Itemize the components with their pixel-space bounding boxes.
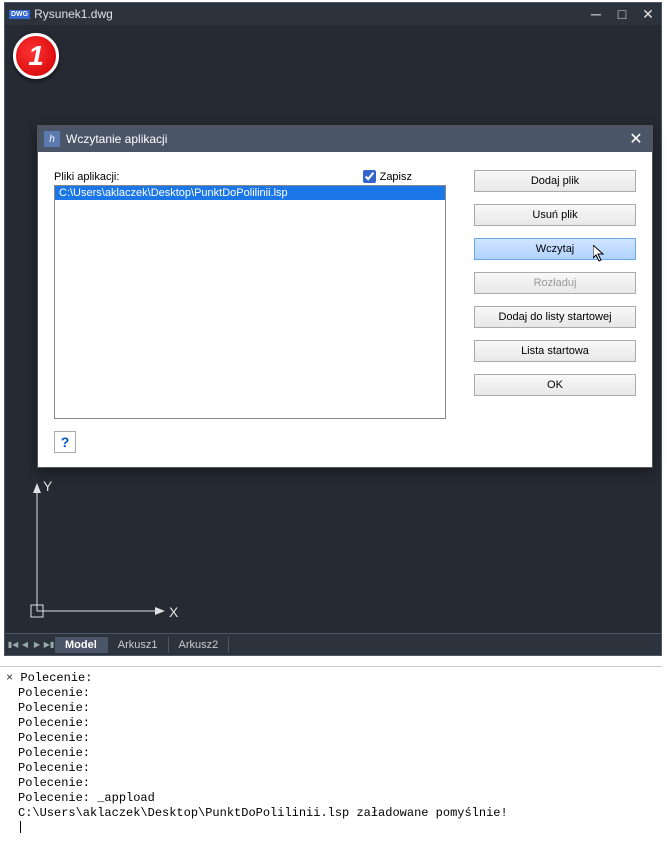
file-panel: Pliki aplikacji: Zapisz C:\Users\aklacze… [54,170,462,419]
ok-button[interactable]: OK [474,374,636,396]
tab-nav-first[interactable]: ▮◀ [7,638,19,652]
files-label: Pliki aplikacji: [54,171,119,183]
app-titlebar[interactable]: DWG Rysunek1.dwg ─ □ ✕ [5,3,661,25]
dialog-icon: h [44,131,60,147]
remove-file-button[interactable]: Usuń plik [474,204,636,226]
save-checkbox-wrap[interactable]: Zapisz [363,170,412,183]
save-checkbox-label: Zapisz [380,171,412,183]
svg-text:Y: Y [43,479,53,494]
load-applications-dialog: h Wczytanie aplikacji ✕ Pliki aplikacji:… [37,125,653,468]
tab-nav-next[interactable]: ▶ [31,638,43,652]
drawing-area[interactable]: 1 Y X h Wczytanie aplikacji ✕ Plik [5,25,661,635]
tab-nav-arrows: ▮◀ ◀ ▶ ▶▮ [7,638,55,652]
console-line: Polecenie: [6,716,656,731]
step-badge: 1 [13,33,59,79]
close-button[interactable]: ✕ [639,6,657,22]
layout-tab-1[interactable]: Arkusz1 [108,637,169,653]
unload-button: Rozładuj [474,272,636,294]
console-line: C:\Users\aklaczek\Desktop\PunktDoPolilin… [6,806,656,821]
startup-list-button[interactable]: Lista startowa [474,340,636,362]
ucs-axis-icon: Y X [25,479,185,639]
window-buttons: ─ □ ✕ [587,6,657,22]
dialog-titlebar[interactable]: h Wczytanie aplikacji ✕ [38,126,652,152]
main-window: DWG Rysunek1.dwg ─ □ ✕ 1 Y X h Wczytanie… [4,2,662,656]
step-number: 1 [28,40,44,72]
command-console[interactable]: Polecenie: Polecenie: Polecenie: Polecen… [0,666,662,842]
save-checkbox[interactable] [363,170,376,183]
console-line: Polecenie: [6,731,656,746]
console-line: Polecenie: [6,671,656,686]
file-item[interactable]: C:\Users\aklaczek\Desktop\PunktDoPolilin… [55,186,445,200]
dialog-body: Pliki aplikacji: Zapisz C:\Users\aklacze… [38,152,652,467]
load-button[interactable]: Wczytaj [474,238,636,260]
minimize-button[interactable]: ─ [587,6,605,22]
maximize-button[interactable]: □ [613,6,631,22]
cursor-icon [593,245,607,263]
console-line: Polecenie: _appload [6,791,656,806]
app-title: Rysunek1.dwg [34,7,587,21]
layout-tab-2[interactable]: Arkusz2 [169,637,230,653]
dwg-icon: DWG [9,10,30,19]
console-line: Polecenie: [6,776,656,791]
help-button[interactable]: ? [54,431,76,453]
add-file-button[interactable]: Dodaj plik [474,170,636,192]
console-line: Polecenie: [6,686,656,701]
console-line: Polecenie: [6,746,656,761]
file-list[interactable]: C:\Users\aklaczek\Desktop\PunktDoPolilin… [54,185,446,419]
console-caret [6,821,656,838]
dialog-buttons: Dodaj plik Usuń plik Wczytaj Rozładuj Do… [474,170,636,396]
dialog-title: Wczytanie aplikacji [66,132,626,146]
layout-tabs-bar: ▮◀ ◀ ▶ ▶▮ Model Arkusz1 Arkusz2 [5,633,661,655]
model-tab[interactable]: Model [55,637,108,653]
load-button-label: Wczytaj [536,243,575,255]
add-to-startup-button[interactable]: Dodaj do listy startowej [474,306,636,328]
console-line: Polecenie: [6,761,656,776]
svg-text:X: X [169,604,179,620]
tab-nav-last[interactable]: ▶▮ [43,638,55,652]
console-line: Polecenie: [6,701,656,716]
dialog-close-button[interactable]: ✕ [626,129,646,149]
tab-nav-prev[interactable]: ◀ [19,638,31,652]
